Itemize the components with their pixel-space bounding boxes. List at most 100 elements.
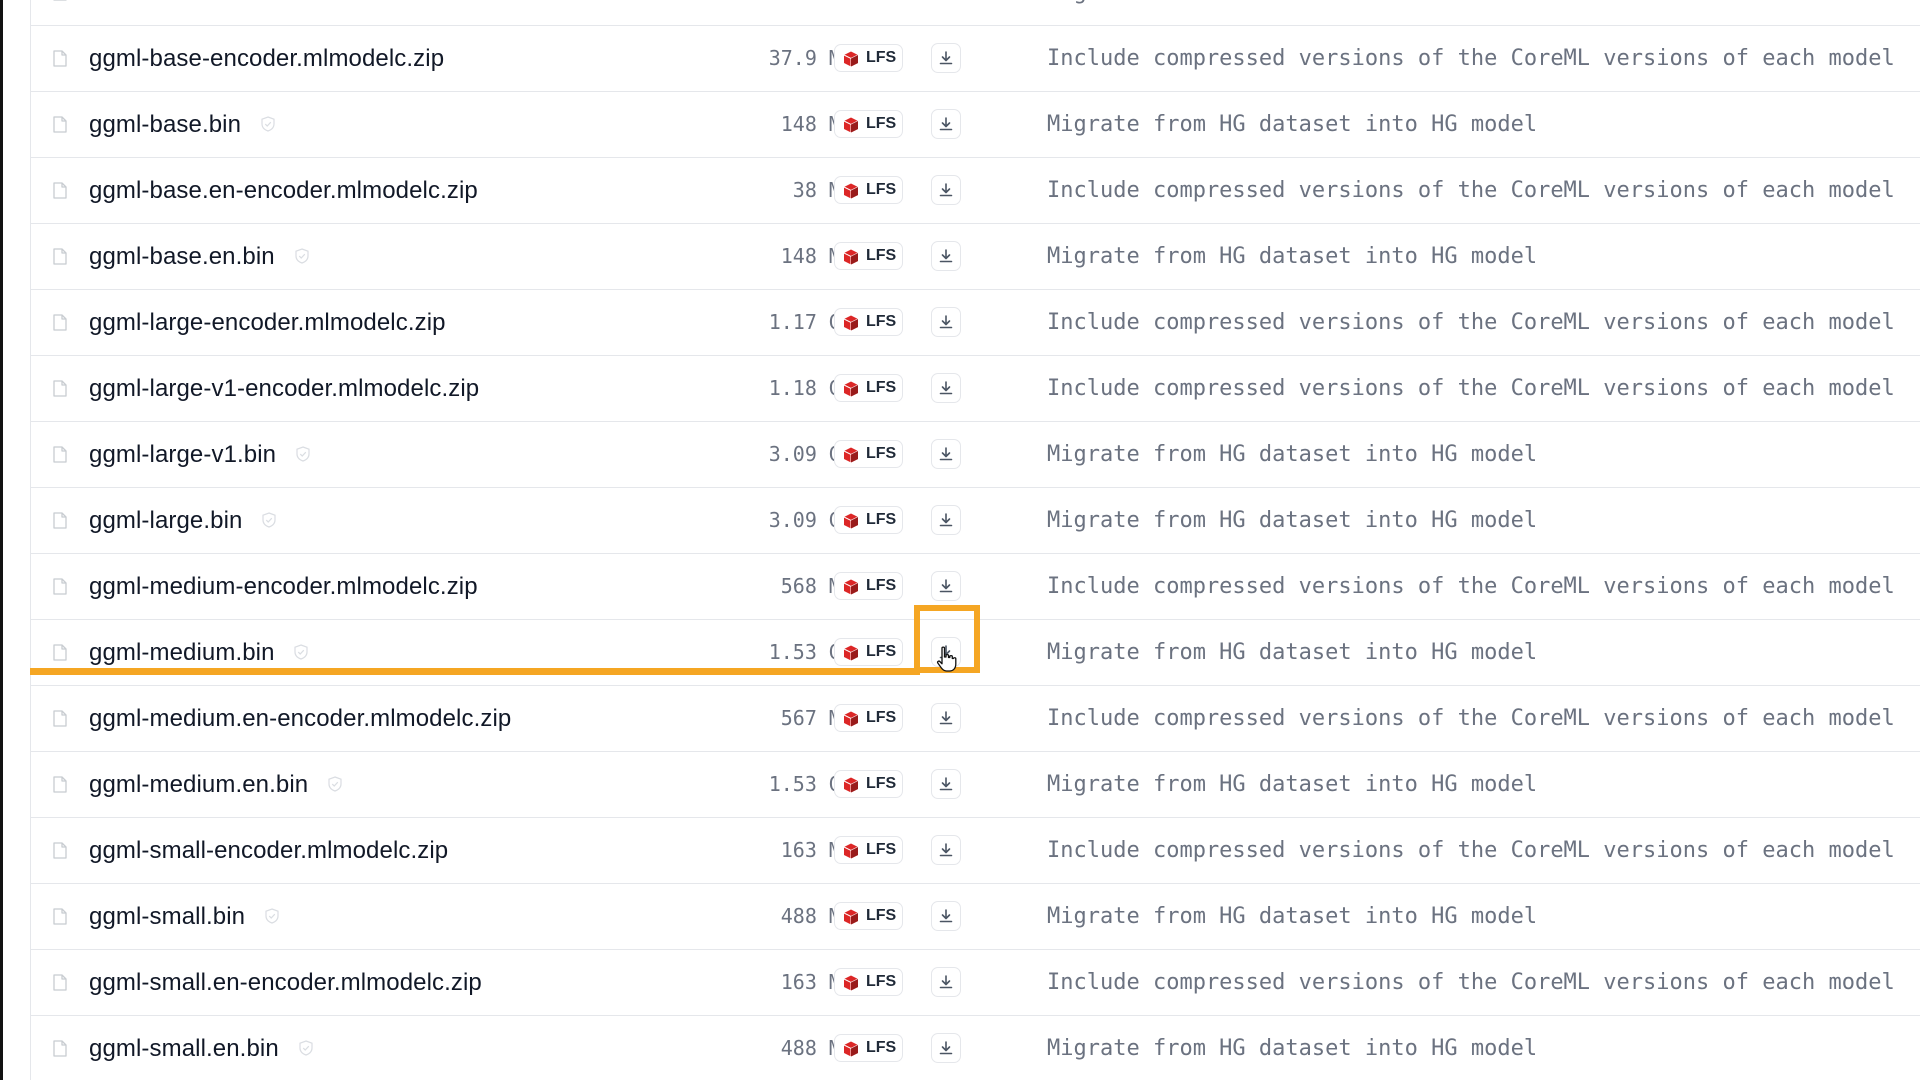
file-name[interactable]: ggml-base.en.bin xyxy=(89,243,275,270)
commit-message-link[interactable]: Migrate from HG dataset into HG model xyxy=(1047,884,1537,949)
file-name[interactable]: ggml-large-v1-encoder.mlmodelc.zip xyxy=(89,375,479,402)
lfs-label: LFS xyxy=(866,775,897,792)
download-button[interactable] xyxy=(931,835,961,865)
file-name[interactable]: ggml-base.en-encoder.mlmodelc.zip xyxy=(89,177,478,204)
file-icon xyxy=(53,0,67,1)
lfs-label: LFS xyxy=(866,841,897,858)
file-name-link[interactable]: ggml-medium.en.bin xyxy=(89,752,343,817)
commit-message-link[interactable]: Migrate from HG dataset into HG model xyxy=(1047,488,1537,553)
shield-check-icon xyxy=(298,1040,313,1056)
commit-message-link[interactable]: Migrate from HG dataset into HG model xyxy=(1047,92,1537,157)
table-row: ggml-medium.bin 1.53 GB LFS Migrate from… xyxy=(31,620,1920,686)
file-name[interactable]: ggml-medium.en-encoder.mlmodelc.zip xyxy=(89,705,511,732)
download-button[interactable] xyxy=(931,967,961,997)
commit-message-link[interactable]: Include compressed versions of the CoreM… xyxy=(1047,686,1895,751)
lfs-label: LFS xyxy=(866,577,897,594)
commit-message-link[interactable]: Migrate from HG dataset into HG model xyxy=(1047,752,1537,817)
file-name-link[interactable]: ggml-small.en.bin xyxy=(89,1016,314,1080)
download-button[interactable] xyxy=(931,43,961,73)
file-name-link[interactable]: ggml-small-encoder.mlmodelc.zip xyxy=(89,818,448,883)
commit-message-link[interactable]: Migrate from HG dataset into HG model xyxy=(1047,1016,1537,1080)
file-name-link[interactable]: ggml-medium.en-encoder.mlmodelc.zip xyxy=(89,686,511,751)
commit-message-link[interactable]: Include compressed versions of the CoreM… xyxy=(1047,158,1895,223)
file-name-link[interactable]: ggml-small.bin xyxy=(89,884,280,949)
file-name[interactable]: ggml-small-encoder.mlmodelc.zip xyxy=(89,837,448,864)
download-button[interactable] xyxy=(931,109,961,139)
lfs-cube-icon xyxy=(843,777,859,793)
table-row: ggml-base.en.bin 148 MB LFS Migrate from… xyxy=(31,224,1920,290)
download-icon xyxy=(939,645,953,659)
file-name-link[interactable]: ggml-small.en-encoder.mlmodelc.zip xyxy=(89,950,482,1015)
lfs-label: LFS xyxy=(866,115,897,132)
commit-message-link[interactable]: Migrate from HG dataset into HG model xyxy=(1047,422,1537,487)
commit-message-link[interactable]: Migrate from HG dataset into HG model xyxy=(1047,224,1537,289)
table-row: ggml-large-v1.bin 3.09 GB LFS Migrate fr… xyxy=(31,422,1920,488)
download-button[interactable] xyxy=(931,901,961,931)
lfs-badge: LFS xyxy=(834,374,903,402)
file-name-link[interactable]: ggml-medium.bin xyxy=(89,620,309,685)
download-button[interactable] xyxy=(931,769,961,799)
file-name-link[interactable]: ggml-base.bin xyxy=(89,92,276,157)
download-icon xyxy=(939,975,953,989)
file-name[interactable]: README.md xyxy=(89,0,233,6)
download-button[interactable] xyxy=(931,175,961,205)
file-icon xyxy=(53,380,67,397)
download-button[interactable] xyxy=(931,571,961,601)
shield-check-icon xyxy=(265,908,279,924)
download-button[interactable] xyxy=(931,703,961,733)
file-name[interactable]: ggml-small.bin xyxy=(89,903,245,930)
download-button[interactable] xyxy=(931,637,961,667)
commit-message-link[interactable]: Migrate from HG dataset into HG model xyxy=(1047,0,1537,25)
lfs-label: LFS xyxy=(866,445,897,462)
download-icon xyxy=(939,381,953,395)
file-name[interactable]: ggml-small.en-encoder.mlmodelc.zip xyxy=(89,969,482,996)
lfs-cube-icon xyxy=(843,51,859,67)
file-name[interactable]: ggml-large.bin xyxy=(89,507,242,534)
download-button[interactable] xyxy=(931,373,961,403)
file-name[interactable]: ggml-medium-encoder.mlmodelc.zip xyxy=(89,573,478,600)
download-icon xyxy=(939,315,953,329)
file-name[interactable]: ggml-large-encoder.mlmodelc.zip xyxy=(89,309,446,336)
file-name[interactable]: ggml-medium.bin xyxy=(89,639,275,666)
lfs-cube-icon xyxy=(843,645,859,661)
commit-message-link[interactable]: Include compressed versions of the CoreM… xyxy=(1047,26,1895,91)
download-button[interactable] xyxy=(931,505,961,535)
file-name-link[interactable]: README.md xyxy=(89,0,267,25)
file-name-link[interactable]: ggml-large.bin xyxy=(89,488,277,553)
commit-message-link[interactable]: Include compressed versions of the CoreM… xyxy=(1047,356,1895,421)
download-button[interactable] xyxy=(931,439,961,469)
lfs-cube-icon xyxy=(843,843,859,859)
download-icon xyxy=(939,249,953,263)
commit-message-link[interactable]: Include compressed versions of the CoreM… xyxy=(1047,818,1895,883)
lfs-badge: LFS xyxy=(834,440,903,468)
file-icon xyxy=(53,1040,67,1057)
download-button[interactable] xyxy=(931,1033,961,1063)
file-name-link[interactable]: ggml-large-encoder.mlmodelc.zip xyxy=(89,290,446,355)
file-name-link[interactable]: ggml-base.en-encoder.mlmodelc.zip xyxy=(89,158,478,223)
file-name[interactable]: ggml-base.bin xyxy=(89,111,241,138)
commit-message-link[interactable]: Migrate from HG dataset into HG model xyxy=(1047,620,1537,685)
download-icon xyxy=(939,909,953,923)
file-name-link[interactable]: ggml-base-encoder.mlmodelc.zip xyxy=(89,26,444,91)
lfs-badge: LFS xyxy=(834,176,903,204)
file-name-link[interactable]: ggml-large-v1.bin xyxy=(89,422,311,487)
table-row: ggml-base-encoder.mlmodelc.zip 37.9 MB L… xyxy=(31,26,1920,92)
download-button[interactable] xyxy=(931,307,961,337)
lfs-label: LFS xyxy=(866,49,897,66)
download-button[interactable] xyxy=(931,241,961,271)
lfs-badge: LFS xyxy=(834,902,903,930)
file-name-link[interactable]: ggml-large-v1-encoder.mlmodelc.zip xyxy=(89,356,479,421)
file-name-link[interactable]: ggml-base.en.bin xyxy=(89,224,310,289)
commit-message-link[interactable]: Include compressed versions of the CoreM… xyxy=(1047,950,1895,1015)
window-left-edge xyxy=(0,0,3,1080)
file-name[interactable]: ggml-large-v1.bin xyxy=(89,441,276,468)
file-name[interactable]: ggml-base-encoder.mlmodelc.zip xyxy=(89,45,444,72)
commit-message-link[interactable]: Include compressed versions of the CoreM… xyxy=(1047,290,1895,355)
file-name[interactable]: ggml-small.en.bin xyxy=(89,1035,279,1062)
file-name-link[interactable]: ggml-medium-encoder.mlmodelc.zip xyxy=(89,554,478,619)
download-icon xyxy=(939,843,953,857)
file-icon xyxy=(53,446,67,463)
file-name[interactable]: ggml-medium.en.bin xyxy=(89,771,308,798)
file-icon xyxy=(53,974,67,991)
commit-message-link[interactable]: Include compressed versions of the CoreM… xyxy=(1047,554,1895,619)
